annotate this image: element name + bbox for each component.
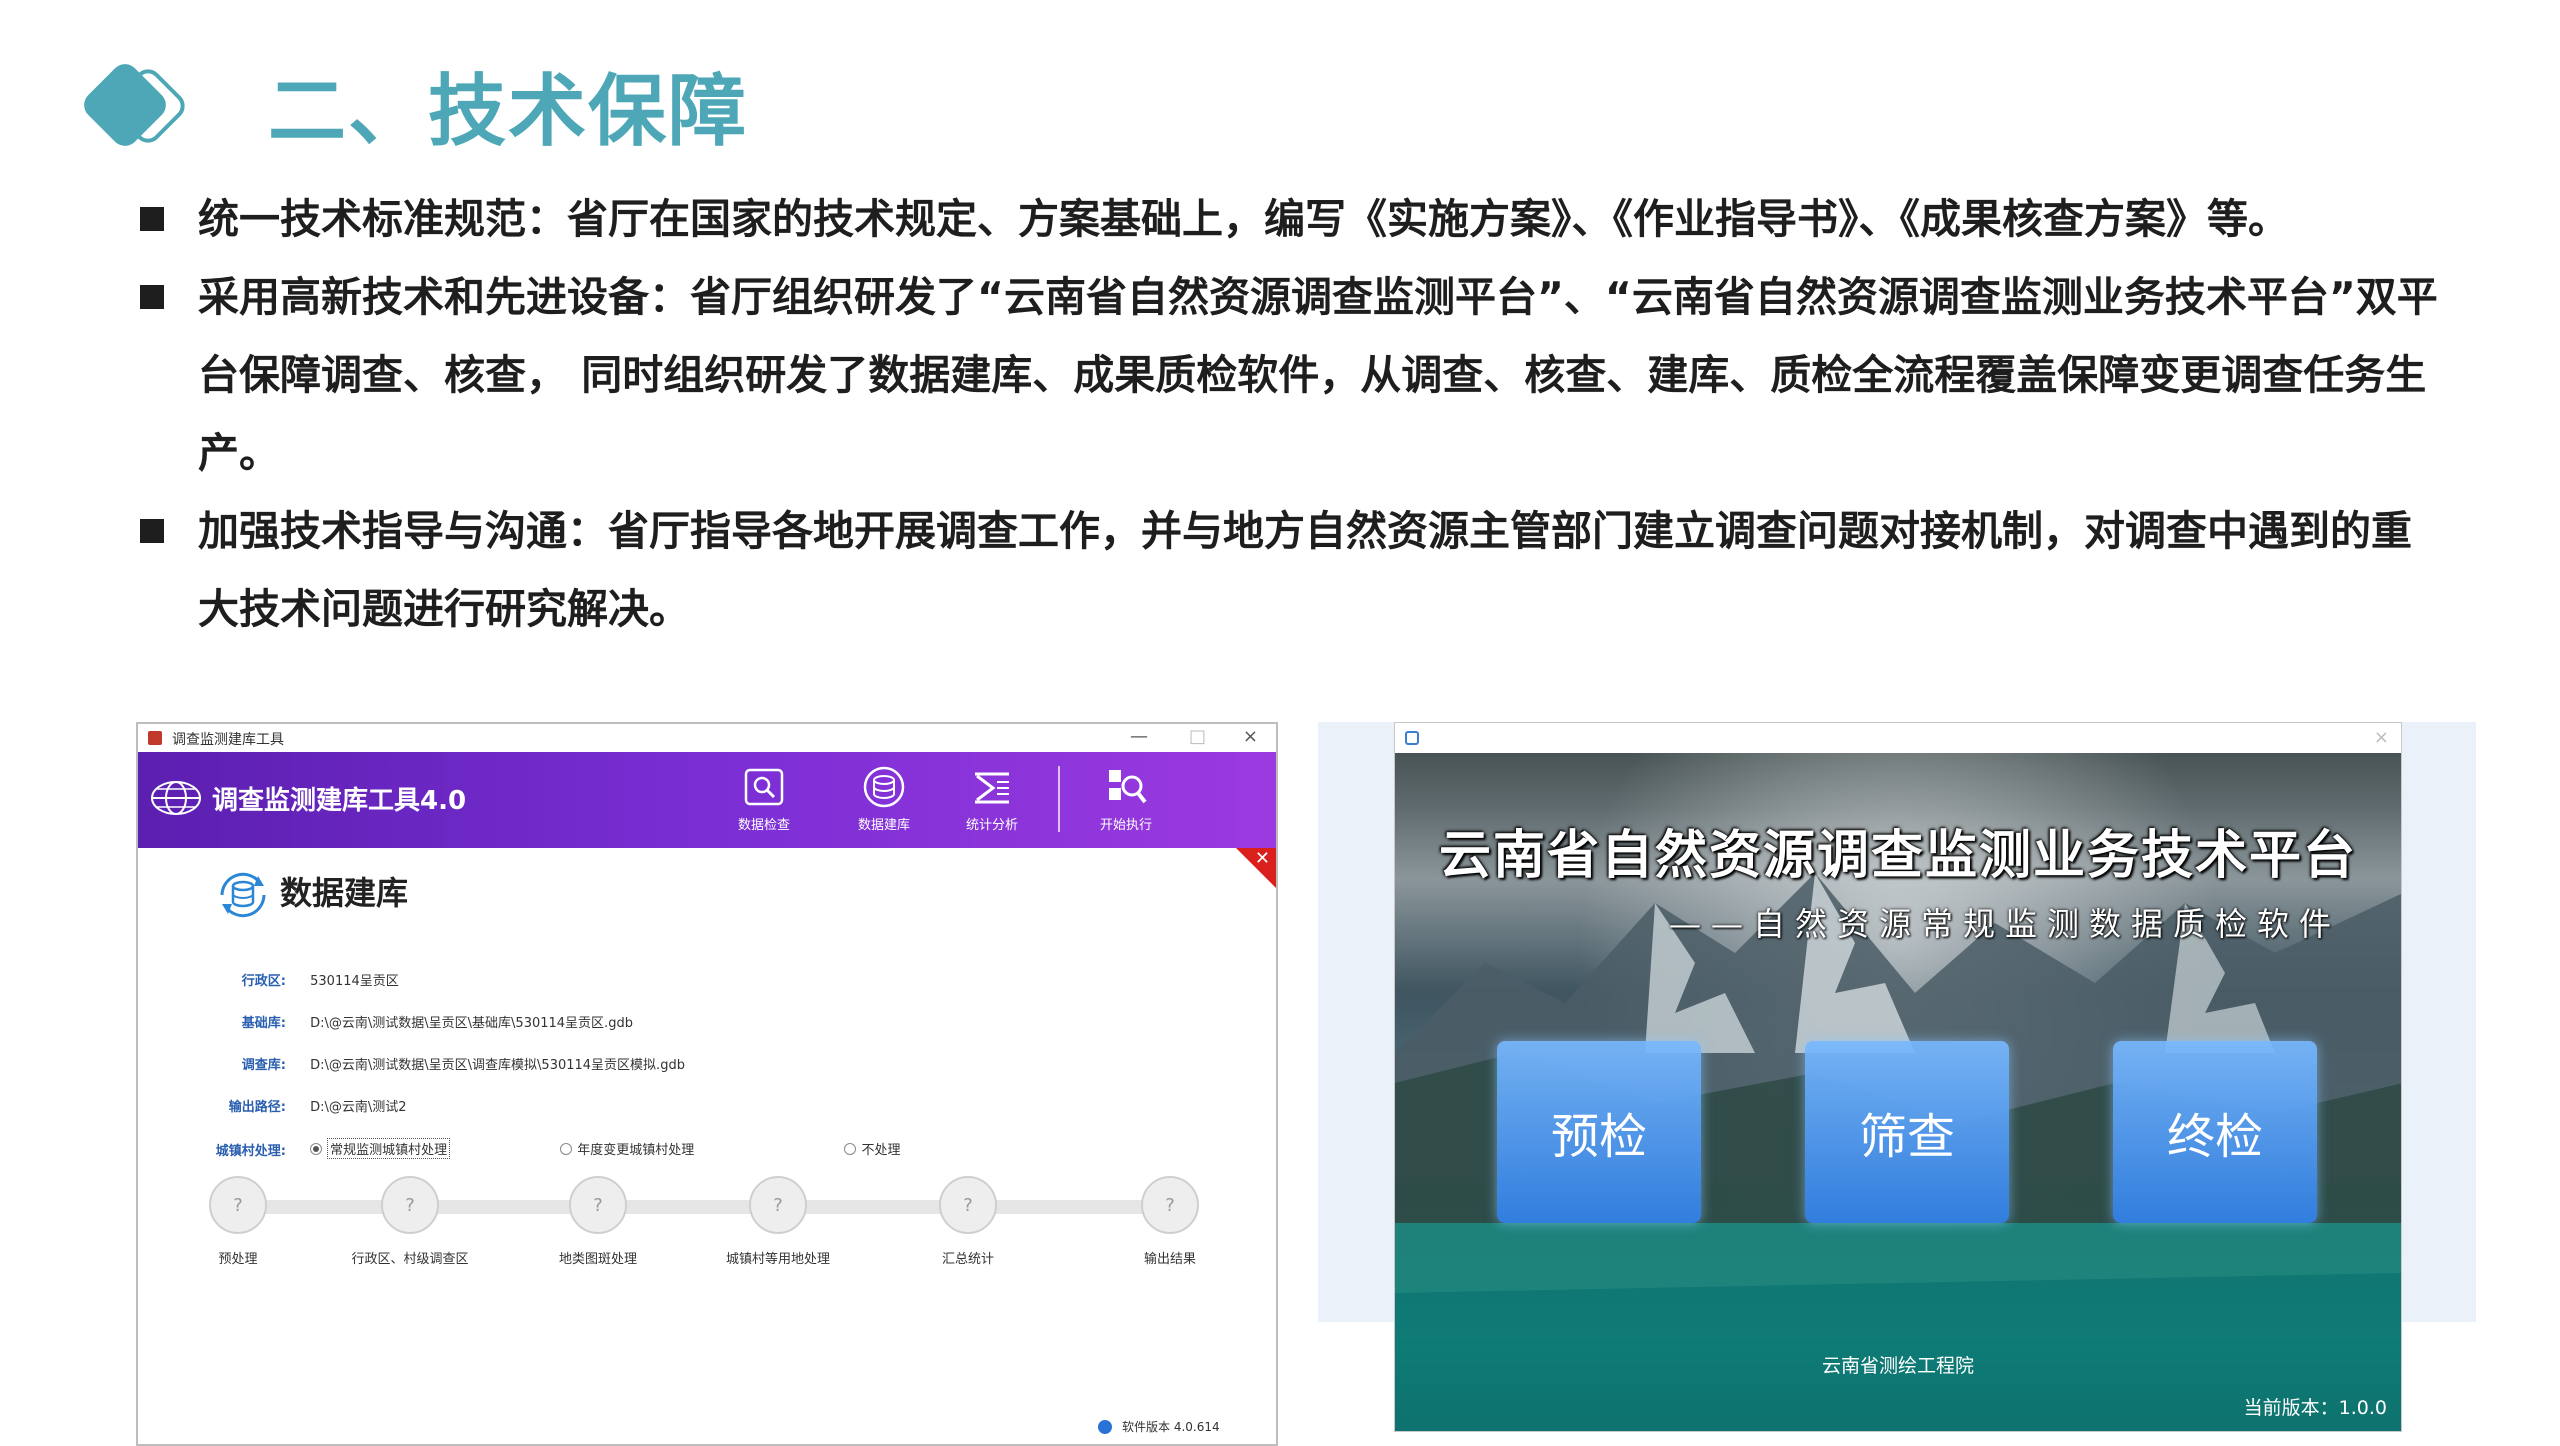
build-panel: ✕ 数据建库 行政区: 530114呈贡区 基础库: D:\@云南\测试数据\呈… [138, 848, 1276, 1444]
toolbar-label: 统计分析 [965, 818, 1018, 833]
radio-no-processing[interactable]: 不处理 [844, 1139, 900, 1158]
app-icon [148, 731, 162, 745]
step-urban-land: ? 城镇村等用地处理 [678, 1176, 878, 1267]
minimize-button[interactable]: — [1130, 726, 1148, 747]
field-label: 城镇村处理: [215, 1143, 286, 1159]
toolbar-database-button[interactable]: 数据建库 [834, 766, 934, 833]
window-titlebar: × [1395, 723, 2401, 753]
bullet-item: 采用高新技术和先进设备：省厅组织研发了“云南省自然资源调查监测平台”、“云南省自… [138, 258, 2438, 492]
step-label: 地类图斑处理 [558, 1252, 637, 1267]
toolbar-label: 数据建库 [857, 818, 910, 833]
field-row-output: 输出路径: D:\@云南\测试2 [198, 1096, 407, 1115]
field-row-survey-db: 调查库: D:\@云南\测试数据\呈贡区\调查库模拟\530114呈贡区模拟.g… [198, 1054, 685, 1073]
step-status-icon: ? [749, 1176, 807, 1234]
field-label: 行政区: [241, 974, 286, 989]
district-value[interactable]: 530114呈贡区 [310, 974, 399, 989]
bullet-text: 统一技术标准规范：省厅在国家的技术规定、方案基础上，编写《实施方案》、《作业指导… [198, 195, 2289, 243]
step-status-icon: ? [381, 1176, 439, 1234]
final-check-button[interactable]: 终检 [2113, 1041, 2317, 1223]
step-label: 输出结果 [1143, 1252, 1196, 1267]
close-icon[interactable]: ✕ [1255, 848, 1270, 869]
bullet-item: 加强技术指导与沟通：省厅指导各地开展调查工作，并与地方自然资源主管部门建立调查问… [138, 492, 2438, 648]
toolbar-separator [1058, 766, 1060, 832]
step-status-icon: ? [1141, 1176, 1199, 1234]
step-preprocess: ? 预处理 [138, 1176, 338, 1267]
precheck-button[interactable]: 预检 [1497, 1041, 1701, 1223]
bullet-item: 统一技术标准规范：省厅在国家的技术规定、方案基础上，编写《实施方案》、《作业指导… [138, 180, 2438, 258]
radio-regular-urban[interactable]: 常规监测城镇村处理 [310, 1138, 451, 1159]
organization-name: 云南省测绘工程院 [1821, 1355, 1974, 1377]
screening-button[interactable]: 筛查 [1805, 1041, 2009, 1223]
database-icon [863, 766, 905, 808]
step-label: 城镇村等用地处理 [725, 1252, 830, 1267]
bullet-square-icon [140, 207, 164, 231]
close-button[interactable]: × [1243, 726, 1258, 747]
current-version: 当前版本：1.0.0 [2243, 1397, 2387, 1419]
platform-title: 云南省自然资源调查监测业务技术平台 [1438, 825, 2357, 886]
platform-subtitle: ——自然资源常规监测数据质检软件 [1668, 905, 2341, 943]
step-summary: ? 汇总统计 [868, 1176, 1068, 1267]
field-row-urban-processing: 城镇村处理: 常规监测城镇村处理 年度变更城镇村处理 不处理 [198, 1138, 900, 1159]
toolbar-label: 开始执行 [1099, 818, 1152, 833]
field-row-base-db: 基础库: D:\@云南\测试数据\呈贡区\基础库\530114呈贡区.gdb [198, 1012, 633, 1031]
title-diamond-icon [84, 64, 185, 146]
info-icon [1098, 1419, 1112, 1434]
qc-software-window: × 云南省自然资源调查监测业务技术平台 ——自然资源常规监测数据质检软件 预检 … [1394, 722, 2402, 1432]
bullet-square-icon [140, 519, 164, 543]
window-titlebar: 调查监测建库工具 — □ × [138, 724, 1276, 752]
step-label: 行政区、村级调查区 [351, 1252, 469, 1267]
step-status-icon: ? [569, 1176, 627, 1234]
step-label: 汇总统计 [941, 1252, 994, 1267]
run-icon [1109, 770, 1147, 804]
step-status-icon: ? [209, 1176, 267, 1234]
output-path[interactable]: D:\@云南\测试2 [310, 1100, 406, 1115]
toolbar-run-button[interactable]: 开始执行 [1076, 766, 1176, 833]
data-check-icon [744, 768, 784, 806]
app-name: 调查监测建库工具4.0 [212, 786, 467, 816]
window-title: 调查监测建库工具 [172, 732, 284, 748]
step-status-icon: ? [939, 1176, 997, 1234]
app-banner: 调查监测建库工具4.0 数据检查 数据建库 统计分析 开始执行 [138, 752, 1276, 848]
bullet-square-icon [140, 285, 164, 309]
step-output: ? 输出结果 [1070, 1176, 1270, 1267]
radio-annual-urban[interactable]: 年度变更城镇村处理 [560, 1139, 694, 1158]
bullet-text: 加强技术指导与沟通：省厅指导各地开展调查工作，并与地方自然资源主管部门建立调查问… [198, 507, 2412, 633]
bullet-list: 统一技术标准规范：省厅在国家的技术规定、方案基础上，编写《实施方案》、《作业指导… [138, 180, 2438, 648]
maximize-button[interactable]: □ [1189, 726, 1206, 747]
step-label: 预处理 [218, 1252, 258, 1267]
base-db-path[interactable]: D:\@云南\测试数据\呈贡区\基础库\530114呈贡区.gdb [310, 1016, 633, 1031]
toolbar-statistics-button[interactable]: 统计分析 [942, 766, 1042, 833]
field-label: 调查库: [241, 1058, 286, 1073]
bullet-text: 采用高新技术和先进设备：省厅组织研发了“云南省自然资源调查监测平台”、“云南省自… [198, 273, 2438, 477]
software-version: 软件版本 4.0.614 [1098, 1418, 1220, 1435]
statistics-icon [975, 772, 1009, 804]
toolbar-label: 数据检查 [737, 818, 790, 833]
field-label: 输出路径: [228, 1100, 286, 1115]
globe-logo-icon [151, 781, 201, 815]
field-label: 基础库: [241, 1016, 286, 1031]
toolbar-data-check-button[interactable]: 数据检查 [714, 766, 814, 833]
slide-title: 二、技术保障 [268, 67, 749, 157]
field-row-district: 行政区: 530114呈贡区 [198, 970, 399, 989]
panel-title: 数据建库 [280, 874, 409, 912]
step-landuse-patch: ? 地类图斑处理 [498, 1176, 698, 1267]
build-tool-window: 调查监测建库工具 — □ × 调查监测建库工具4.0 数据检查 数据建库 统计分… [136, 722, 1278, 1446]
app-icon [1405, 731, 1419, 745]
step-admin-area: ? 行政区、村级调查区 [310, 1176, 510, 1267]
radio-dot [844, 1142, 857, 1155]
survey-db-path[interactable]: D:\@云南\测试数据\呈贡区\调查库模拟\530114呈贡区模拟.gdb [310, 1058, 685, 1073]
radio-dot [560, 1142, 573, 1155]
radio-dot [310, 1142, 323, 1155]
close-button[interactable]: × [2374, 727, 2389, 748]
